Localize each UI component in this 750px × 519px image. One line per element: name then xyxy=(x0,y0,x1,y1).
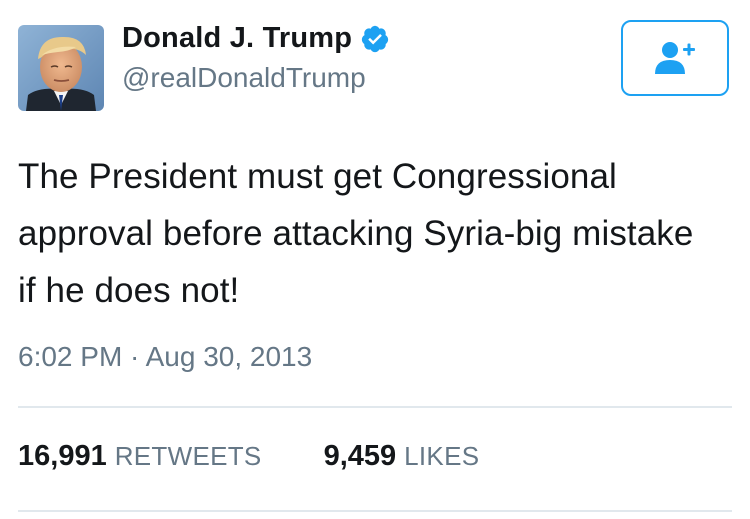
retweets-count: 16,991 xyxy=(18,440,107,472)
tweet-stats: 16,991 RETWEETS 9,459 LIKES xyxy=(18,440,479,473)
author-name-text[interactable]: Donald J. Trump xyxy=(122,22,352,55)
retweets-stat[interactable]: 16,991 RETWEETS xyxy=(18,440,262,473)
likes-label: LIKES xyxy=(404,441,480,471)
retweets-label: RETWEETS xyxy=(114,441,262,471)
tweet-text: The President must get Congressional app… xyxy=(18,157,694,310)
divider xyxy=(18,406,732,408)
follow-button[interactable] xyxy=(621,20,729,96)
verified-badge-icon xyxy=(360,24,390,54)
avatar[interactable] xyxy=(18,25,104,111)
tweet-timestamp[interactable]: 6:02 PM · Aug 30, 2013 xyxy=(18,341,312,373)
author-handle[interactable]: @realDonaldTrump xyxy=(122,62,366,94)
add-user-icon xyxy=(655,42,695,74)
likes-stat[interactable]: 9,459 LIKES xyxy=(324,440,480,473)
divider xyxy=(18,510,732,512)
tweet-card: Donald J. Trump @realDonaldTrump The Pre… xyxy=(0,0,750,519)
avatar-image xyxy=(18,25,104,111)
likes-count: 9,459 xyxy=(323,440,397,472)
author-name[interactable]: Donald J. Trump xyxy=(122,22,390,55)
